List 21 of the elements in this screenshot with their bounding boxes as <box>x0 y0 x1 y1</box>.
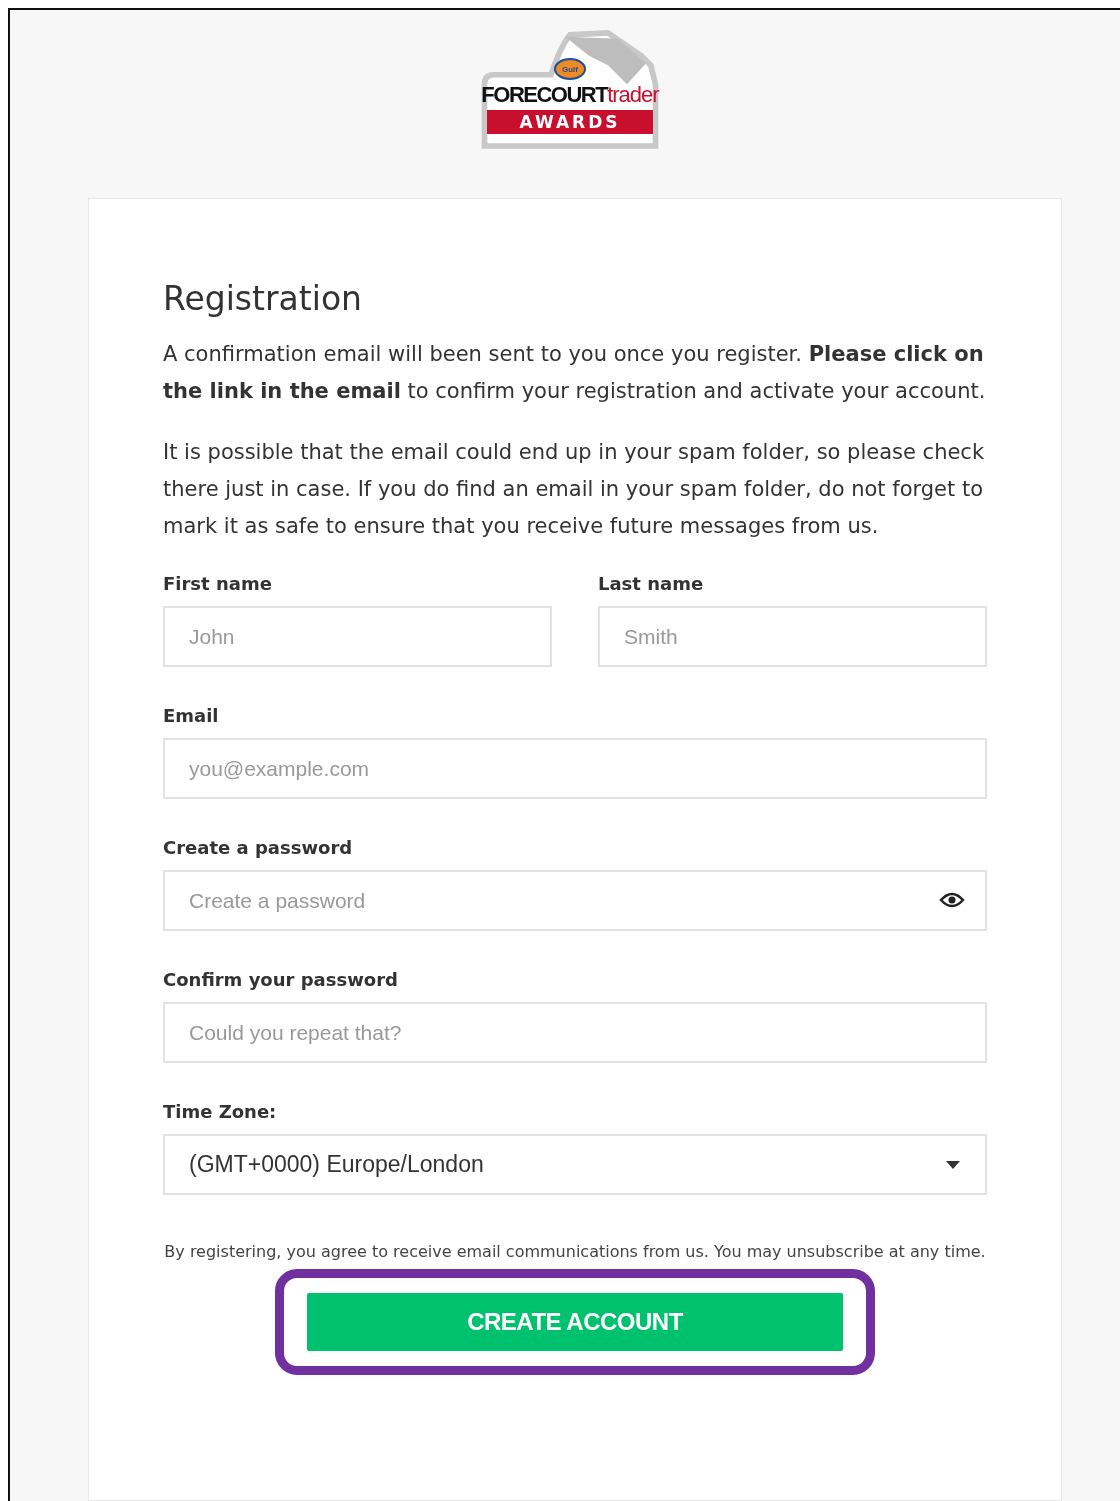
awards-banner: AWARDS <box>487 110 653 134</box>
show-password-icon[interactable] <box>939 891 965 909</box>
field-label: Last name <box>598 573 705 594</box>
input-field[interactable]: Smith <box>598 606 987 667</box>
password-field[interactable]: Create a password <box>163 870 987 931</box>
brand-name-suffix: trader <box>607 82 659 107</box>
timezone-select[interactable]: (GMT+0000) Europe/London <box>163 1134 987 1195</box>
field-label: First name <box>163 573 273 594</box>
form-title: Registration <box>163 279 363 318</box>
input-field[interactable]: you@example.com <box>163 738 987 799</box>
info-paragraph: It is possible that the email could end up in your spam folder, so please check there just in case. If you do find an email in your spam folder, do not forget to mark it as safe to ensure that you receive future messages from us. <box>163 439 986 540</box>
consent-notice: By registering, you agree to receive email communications from us. You may unsubscribe at any time. <box>163 1241 987 1263</box>
field-label: Time Zone: <box>163 1101 278 1122</box>
brand-name: FORECOURT <box>481 82 608 107</box>
field-label: Confirm your password <box>163 969 399 990</box>
caret-icon <box>945 1159 961 1170</box>
info-paragraph: A confirmation email will been sent to you once you register. Please click on the link in the email to confirm your registration and activate your account. <box>163 341 987 405</box>
field-label: Create a password <box>163 837 354 858</box>
field-label: Email <box>163 705 220 726</box>
input-field[interactable]: Could you repeat that? <box>163 1002 987 1063</box>
input-field[interactable]: John <box>163 606 552 667</box>
